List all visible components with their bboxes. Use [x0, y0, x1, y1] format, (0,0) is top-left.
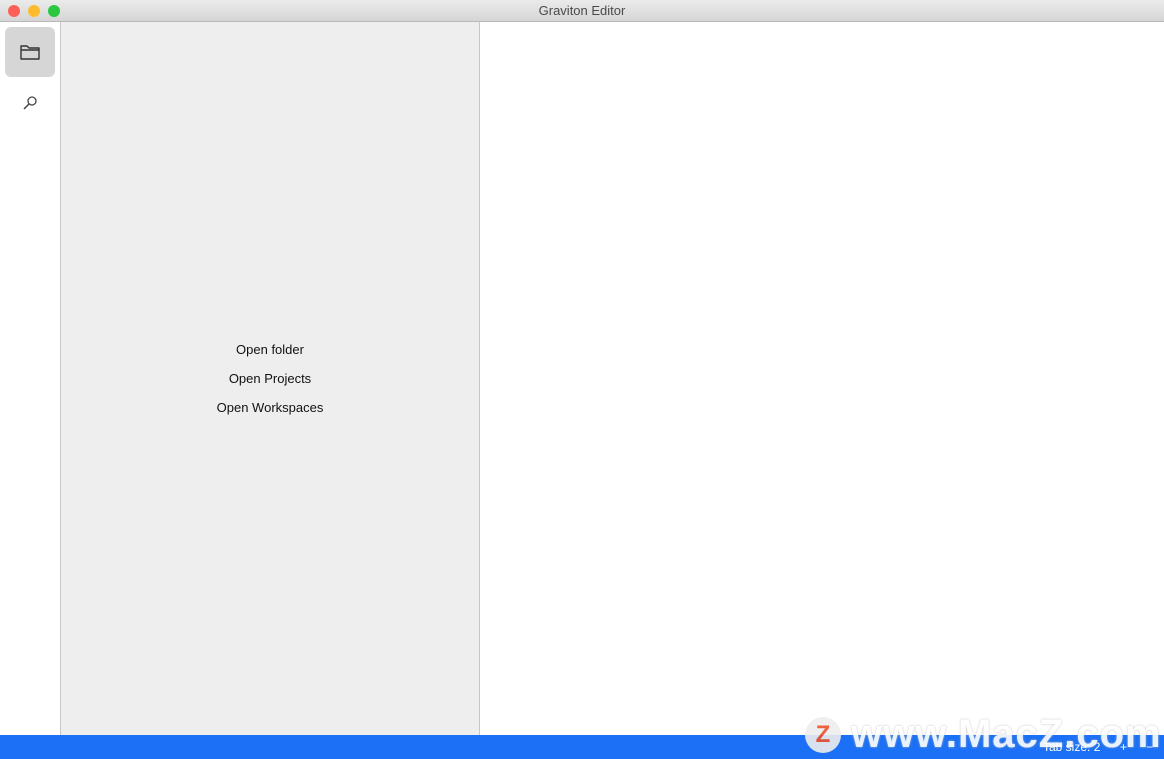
search-icon [23, 96, 37, 110]
explorer-button[interactable] [5, 27, 55, 77]
open-folder-link[interactable]: Open folder [61, 340, 479, 369]
watermark: Z www.MacZ.com [805, 712, 1162, 757]
open-projects-link[interactable]: Open Projects [61, 369, 479, 398]
watermark-text: www.MacZ.com [851, 712, 1162, 756]
editor-area[interactable] [480, 22, 1164, 735]
folder-icon [20, 45, 40, 60]
title-bar: Graviton Editor [0, 0, 1164, 22]
close-button[interactable] [8, 5, 20, 17]
explorer-panel: Open folder Open Projects Open Workspace… [61, 22, 480, 735]
activity-bar [0, 22, 61, 735]
window-title: Graviton Editor [538, 3, 626, 18]
minimize-button[interactable] [28, 5, 40, 17]
maximize-button[interactable] [48, 5, 60, 17]
search-button[interactable] [5, 78, 55, 128]
open-workspaces-link[interactable]: Open Workspaces [61, 398, 479, 427]
watermark-logo: Z [805, 716, 841, 753]
